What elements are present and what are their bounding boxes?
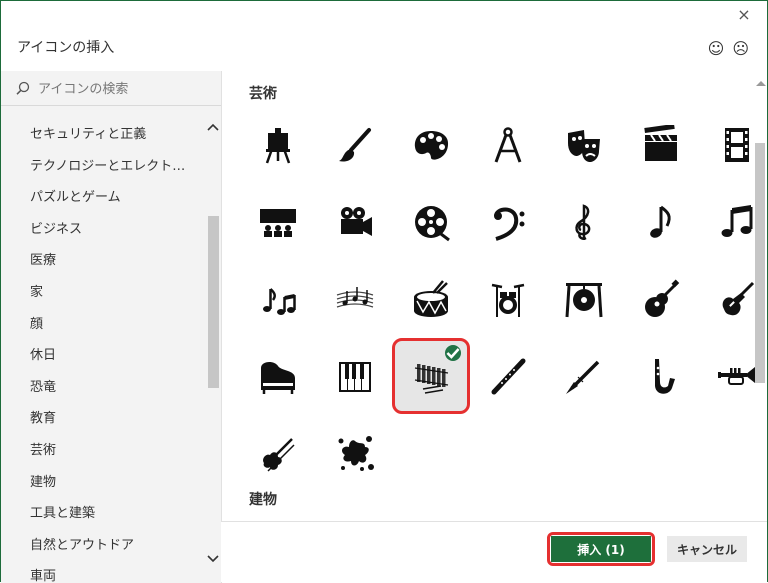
frown-feedback-icon[interactable]: ☹ <box>732 39 749 58</box>
category-item[interactable]: 自然とアウトドア <box>1 530 205 562</box>
grand-piano-icon <box>261 362 295 394</box>
search-box <box>1 71 221 106</box>
piano-keys-icon <box>338 362 371 392</box>
chevron-up-icon[interactable] <box>753 77 768 89</box>
movie-camera-icon <box>340 207 372 236</box>
icon-option-flute[interactable] <box>469 338 547 414</box>
bass-clef-icon <box>493 207 524 241</box>
icon-option-easel[interactable] <box>239 107 317 183</box>
icon-gallery: 芸術 建物 <box>221 71 767 521</box>
search-input[interactable] <box>36 77 210 101</box>
flute-icon <box>491 358 525 395</box>
compass-icon <box>494 127 521 163</box>
icon-option-grand-piano[interactable] <box>239 338 317 414</box>
icon-option-acoustic-guitar[interactable] <box>622 261 700 337</box>
category-item[interactable]: 建物 <box>1 467 205 499</box>
dialog-footer: 挿入 (1) キャンセル <box>221 521 767 582</box>
film-reel-icon <box>415 206 450 242</box>
category-item[interactable]: 車両 <box>1 561 205 583</box>
icon-option-drum-kit[interactable] <box>469 261 547 337</box>
close-icon[interactable]: × <box>735 6 753 24</box>
sheet-music-icon <box>336 287 373 308</box>
drum-icon <box>414 280 448 317</box>
category-item[interactable]: 芸術 <box>1 435 205 467</box>
icon-option-cinema[interactable] <box>239 184 317 260</box>
icon-option-compass[interactable] <box>469 107 547 183</box>
icon-option-treble-clef[interactable] <box>545 184 623 260</box>
icon-option-gong[interactable] <box>545 261 623 337</box>
category-item[interactable]: 顔 <box>1 309 205 341</box>
category-item[interactable]: 恐竜 <box>1 372 205 404</box>
saxophone-icon <box>654 359 675 394</box>
eighth-note-icon <box>649 205 671 238</box>
theater-masks-icon <box>568 130 600 162</box>
category-item[interactable]: 教育 <box>1 403 205 435</box>
music-notes-icon <box>263 288 296 315</box>
chevron-up-icon[interactable] <box>205 121 221 133</box>
icon-option-xylophone[interactable] <box>392 338 470 414</box>
category-item[interactable]: 休日 <box>1 340 205 372</box>
icon-option-sheet-music[interactable] <box>316 261 394 337</box>
icon-option-saxophone[interactable] <box>622 338 700 414</box>
icon-option-drum[interactable] <box>392 261 470 337</box>
gallery-scrollbar-thumb[interactable] <box>755 143 765 383</box>
icon-option-bass-clef[interactable] <box>469 184 547 260</box>
icon-option-movie-camera[interactable] <box>316 184 394 260</box>
category-item[interactable]: パズルとゲーム <box>1 182 205 214</box>
chevron-down-icon[interactable] <box>205 553 221 565</box>
icon-option-music-notes[interactable] <box>239 261 317 337</box>
category-sidebar: セキュリティと正義テクノロジーとエレクト…パズルとゲームビジネス医療家顔休日恐竜… <box>1 71 222 583</box>
search-icon <box>16 81 30 95</box>
easel-icon <box>265 128 291 164</box>
icon-option-theater-masks[interactable] <box>545 107 623 183</box>
category-scrollbar-thumb[interactable] <box>208 216 219 388</box>
smile-feedback-icon[interactable]: ☺ <box>708 39 725 58</box>
checkmark-icon <box>445 345 461 361</box>
cinema-icon <box>260 209 296 237</box>
insert-icons-dialog: × アイコンの挿入 ☺ ☹ セキュリティと正義テクノロジーとエレクト…パズルとゲ… <box>0 0 768 583</box>
category-item[interactable]: テクノロジーとエレクト… <box>1 151 205 183</box>
icon-option-clapperboard[interactable] <box>622 107 700 183</box>
section-title-art: 芸術 <box>249 86 277 102</box>
violin-icon <box>263 438 295 472</box>
category-scrollbar[interactable] <box>205 119 221 573</box>
paint-splatter-icon <box>338 436 374 471</box>
icon-option-palette[interactable] <box>392 107 470 183</box>
category-item[interactable]: 家 <box>1 277 205 309</box>
icon-option-paintbrush[interactable] <box>316 107 394 183</box>
icon-option-clarinet[interactable] <box>545 338 623 414</box>
category-list: セキュリティと正義 テクノロジーとエレクト… パズルとゲーム ビジネス 医療家顔休日 恐竜… <box>1 119 205 583</box>
insert-button[interactable]: 挿入 (1) <box>551 536 651 562</box>
cancel-button[interactable]: キャンセル <box>667 536 747 562</box>
icon-option-paint-splatter[interactable] <box>316 415 394 491</box>
category-item[interactable]: セキュリティと正義 <box>1 119 205 151</box>
icon-option-eighth-note[interactable] <box>622 184 700 260</box>
clarinet-icon <box>566 360 600 394</box>
drum-kit-icon <box>491 283 524 317</box>
icon-option-violin[interactable] <box>239 415 317 491</box>
category-item[interactable]: 工具と建築 <box>1 498 205 530</box>
icon-option-piano-keys[interactable] <box>316 338 394 414</box>
gallery-scrollbar[interactable] <box>751 71 767 521</box>
dialog-title: アイコンの挿入 <box>17 40 115 56</box>
category-item[interactable]: 医療 <box>1 245 205 277</box>
gong-icon <box>565 283 603 318</box>
palette-icon <box>414 131 449 160</box>
acoustic-guitar-icon <box>644 279 679 317</box>
feedback-buttons: ☺ ☹ <box>708 39 749 58</box>
section-title-buildings: 建物 <box>249 492 277 508</box>
treble-clef-icon <box>575 204 591 240</box>
paintbrush-icon <box>338 128 371 162</box>
clapperboard-icon <box>643 125 677 161</box>
category-item[interactable]: ビジネス <box>1 214 205 246</box>
icon-option-film-reel[interactable] <box>392 184 470 260</box>
